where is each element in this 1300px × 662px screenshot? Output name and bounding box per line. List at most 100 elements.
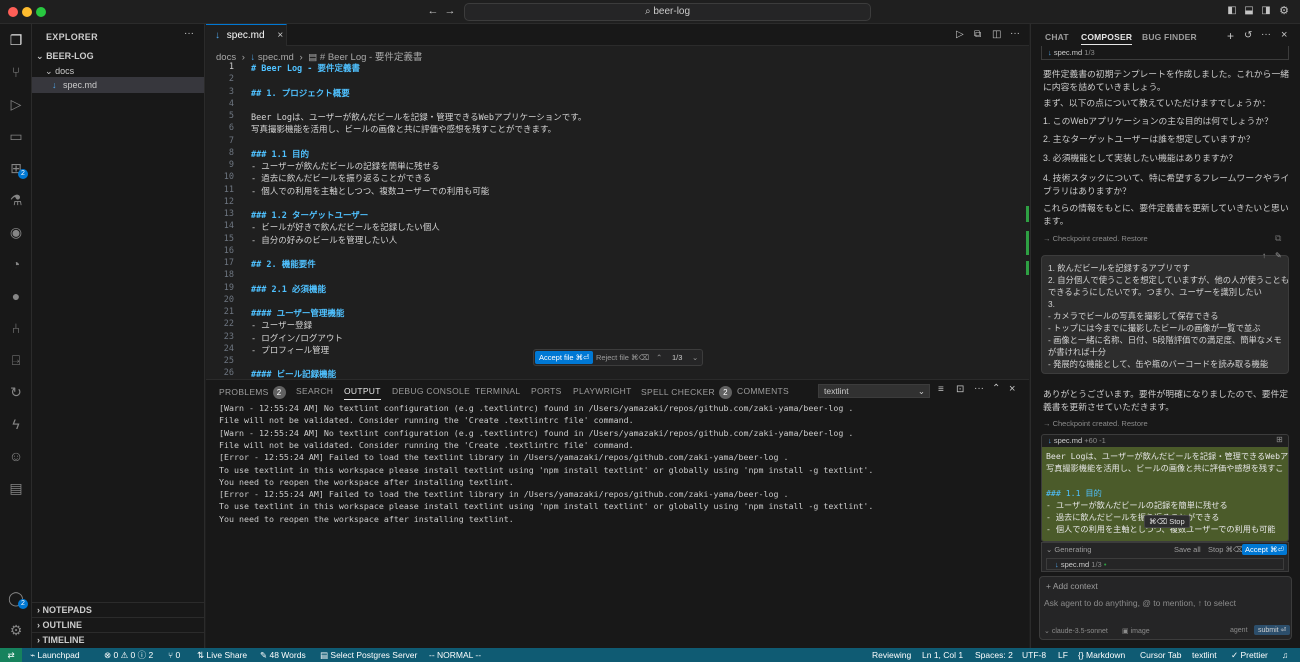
submit-button[interactable]: submit ⏎ [1254,625,1291,635]
accept-button[interactable]: Accept ⌘⏎ [1242,544,1287,555]
panel-tab-output[interactable]: OUTPUT [344,386,381,400]
forward-arrow-icon[interactable]: → [444,5,456,17]
code-line[interactable]: #### ユーザー管理機能 [251,307,344,319]
tab-chat[interactable]: CHAT [1045,32,1069,42]
accept-file-button[interactable]: Accept file ⌘⏎ [535,351,594,364]
code-line[interactable]: 写真撮影機能を活用し、ビールの画像と共に評価や感想を残すことができます。 [251,123,556,135]
remote-indicator[interactable]: ⇄ [0,648,22,662]
mode-select[interactable]: agent [1230,627,1248,634]
code-line[interactable]: # Beer Log - 要件定義書 [251,62,360,74]
copilot-icon[interactable]: ☺ [6,446,26,466]
panel-tab-ports[interactable]: PORTS [531,386,562,396]
code-line[interactable]: ## 2. 機能要件 [251,258,316,270]
tree-file-spec-md[interactable]: ↓ spec.md [32,77,204,93]
git-graph-icon[interactable]: ◔ [6,254,26,274]
more-actions-icon[interactable]: ··· [184,28,194,39]
image-button[interactable]: ▣ image [1122,627,1150,635]
launchpad-item[interactable]: ⌁ Launchpad [30,649,80,661]
add-context-button[interactable]: + Add context [1046,581,1098,591]
section-notepads[interactable]: › NOTEPADS [32,602,204,617]
output-channel-select[interactable]: textlint ⌄ [818,384,930,398]
restore-link[interactable]: Restore [1121,234,1147,243]
lock-icon[interactable]: ⊡ [956,384,964,395]
maximize-window-button[interactable] [36,7,46,17]
generating-file-row[interactable]: ↓ spec.md 1/3 • [1046,558,1284,570]
composer-placeholder[interactable]: Ask agent to do anything, @ to mention, … [1044,598,1236,608]
source-control-icon[interactable]: ⑂ [6,62,26,82]
open-preview-icon[interactable]: ⧉ [974,29,981,40]
close-icon[interactable]: × [1281,29,1287,41]
more-actions-icon[interactable]: ··· [974,383,984,394]
postgres-item[interactable]: ▤ Select Postgres Server [320,649,417,661]
indentation-item[interactable]: Spaces: 2 [975,649,1013,661]
panel-tab-terminal[interactable]: TERMINAL [475,386,520,396]
command-center-search[interactable]: ⌕ beer-log [464,3,871,21]
tab-composer[interactable]: COMPOSER [1081,32,1133,45]
save-all-button[interactable]: Save all [1174,545,1201,554]
back-arrow-icon[interactable]: ← [427,5,439,17]
gitlens-icon[interactable]: ⍈ [6,350,26,370]
tab-spec-md[interactable]: ↓ spec.md × [206,24,287,46]
more-actions-icon[interactable]: ··· [1261,29,1271,40]
minimize-window-button[interactable] [22,7,32,17]
panel-tab-spell-checker[interactable]: SPELL CHECKER 2 [641,386,732,399]
cursor-tab-item[interactable]: Cursor Tab [1140,649,1181,661]
chevron-down-icon[interactable]: ⌄ [692,351,698,364]
problems-item[interactable]: ⊗ 0 ⚠ 0 ⓘ 2 [104,649,153,661]
code-line[interactable]: - 過去に飲んだビールを振り返ることができる [251,172,431,184]
panel-tab-problems[interactable]: PROBLEMS 2 [219,386,286,399]
code-line[interactable]: - ユーザー登録 [251,319,312,331]
model-select[interactable]: ⌄ claude-3.5-sonnet [1044,627,1108,635]
code-line[interactable]: ### 2.1 必須機能 [251,283,326,295]
history-icon[interactable]: ↺ [1244,30,1252,41]
explorer-icon[interactable]: ❐ [6,30,26,50]
live-share-icon[interactable]: ↻ [6,382,26,402]
filter-list-icon[interactable]: ≡ [938,384,944,395]
textlint-item[interactable]: textlint [1192,649,1217,661]
plus-icon[interactable]: + [1227,29,1234,43]
code-line[interactable]: - 個人での利用を主軸としつつ、複数ユーザーでの利用も可能 [251,185,489,197]
code-line[interactable]: Beer Logは、ユーザーが飲んだビールを記録・管理できるWebアプリケーショ… [251,111,586,123]
panel-tab-comments[interactable]: COMMENTS [737,386,789,396]
toggle-panel-icon[interactable]: ⬓ [1243,5,1255,17]
chevron-up-icon[interactable]: ⌃ [656,351,662,364]
split-editor-icon[interactable]: ◫ [992,29,1001,40]
live-share-item[interactable]: ⇅ Live Share [197,649,247,661]
copy-icon[interactable]: ⧉ [1275,233,1281,244]
file-reference-chip[interactable]: ↓ spec.md 1/3 [1041,46,1289,60]
extensions-icon[interactable]: ⊞ 2 [6,158,28,179]
language-item[interactable]: {} Markdown [1078,649,1125,661]
code-line[interactable]: - 自分の好みのビールを管理したい人 [251,234,397,246]
panel-tab-debug-console[interactable]: DEBUG CONSOLE [392,386,470,396]
testing-icon[interactable]: ⚗ [6,190,26,210]
accounts-icon[interactable]: ◯ 2 [6,588,28,609]
toggle-secondary-sidebar-icon[interactable]: ◨ [1260,5,1272,17]
pull-request-icon[interactable]: ⑃ [6,318,26,338]
word-count-item[interactable]: ✎ 48 Words [260,649,306,661]
code-line[interactable]: ### 1.1 目的 [251,148,309,160]
close-window-button[interactable] [8,7,18,17]
remote-explorer-icon[interactable]: ▭ [6,126,26,146]
toggle-sidebar-icon[interactable]: ◧ [1226,5,1238,17]
code-line[interactable]: - ビールが好きで飲んだビールを記録したい個人 [251,221,440,233]
panel-tab-search[interactable]: SEARCH [296,386,333,396]
code-line[interactable]: - ログイン/ログアウト [251,332,343,344]
notes-icon[interactable]: ▤ [6,478,26,498]
encoding-item[interactable]: UTF-8 [1022,649,1046,661]
section-timeline[interactable]: › TIMELINE [32,632,204,647]
user-message[interactable]: ↑ ✎ 1. 飲んだビールを記録するアプリです 2. 自分個人で使うことを想定して… [1041,251,1289,374]
eol-item[interactable]: LF [1058,649,1068,661]
github-icon[interactable]: ● [6,286,26,306]
more-actions-icon[interactable]: ··· [1010,28,1020,39]
gear-icon[interactable]: ⚙ [1278,5,1290,17]
stop-button[interactable]: Stop ⌘⌫ [1208,545,1244,554]
cursor-position-item[interactable]: Ln 1, Col 1 [922,649,963,661]
close-icon[interactable]: × [277,30,283,41]
panel-tab-playwright[interactable]: PLAYWRIGHT [573,386,632,396]
run-debug-icon[interactable]: ▷ [6,94,26,114]
reviewing-item[interactable]: Reviewing [872,649,911,661]
ports-item[interactable]: ⑂ 0 [168,649,180,661]
database-icon[interactable]: ◉ [6,222,26,242]
composer-input[interactable]: + Add context Ask agent to do anything, … [1039,576,1292,640]
run-icon[interactable]: ▷ [956,29,964,40]
